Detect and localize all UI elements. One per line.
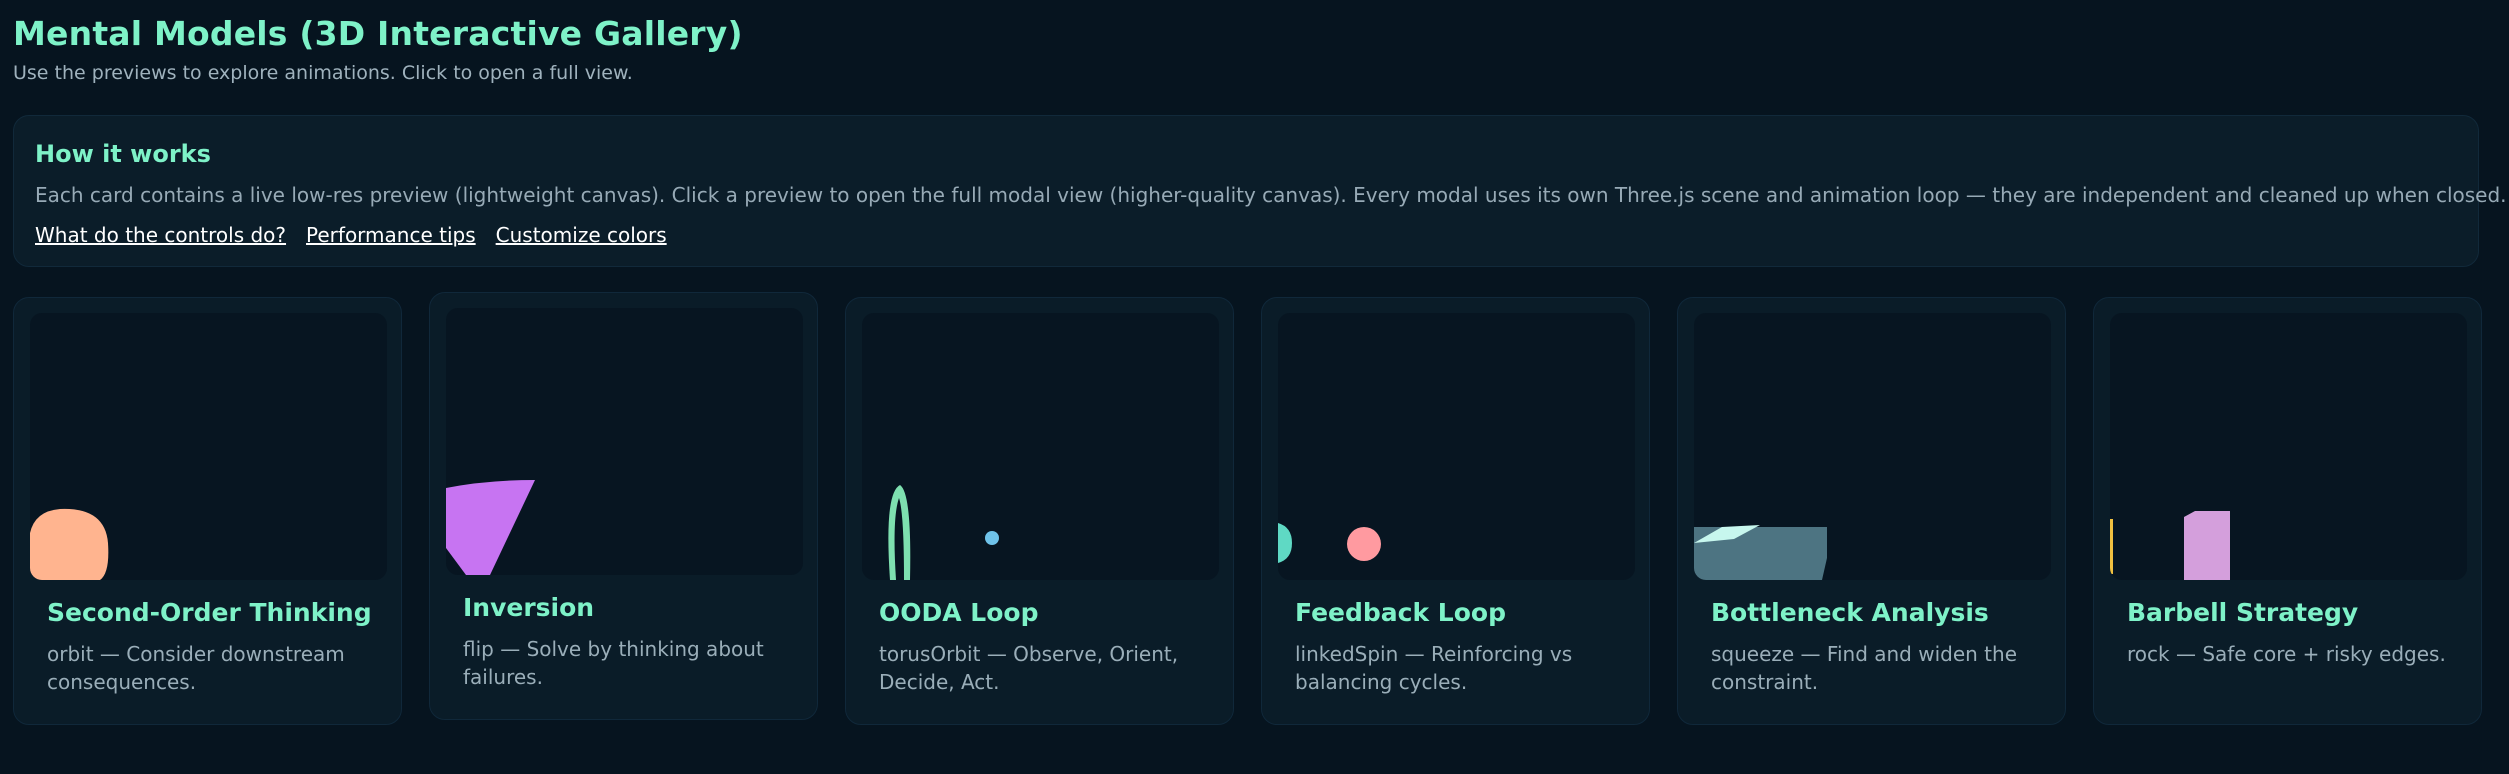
performance-tips-link[interactable]: Performance tips — [306, 223, 476, 247]
card-description: torusOrbit — Observe, Orient, Decide, Ac… — [879, 642, 1179, 694]
preview-canvas[interactable] — [862, 313, 1219, 580]
linked-spin-animation-preview — [1278, 523, 1381, 563]
card-title: Second-Order Thinking — [47, 598, 372, 627]
card-ooda-loop[interactable]: OODA Loop torusOrbit — Observe, Orient, … — [845, 297, 1234, 725]
card-barbell-strategy[interactable]: Barbell Strategy rock — Safe core + risk… — [2093, 297, 2482, 725]
preview-canvas[interactable] — [1278, 313, 1635, 580]
card-description: squeeze — Find and widen the constraint. — [1711, 642, 2018, 694]
how-it-works-heading: How it works — [35, 140, 211, 168]
torus-orbit-animation-preview — [888, 485, 999, 580]
how-it-works-panel: How it works Each card contains a live l… — [13, 115, 2507, 267]
card-description: linkedSpin — Reinforcing vs balancing cy… — [1295, 642, 1573, 694]
preview-canvas[interactable] — [2110, 313, 2467, 580]
card-description: rock — Safe core + risky edges. — [2127, 642, 2446, 666]
page-subtitle: Use the previews to explore animations. … — [13, 62, 633, 84]
card-second-order-thinking[interactable]: Second-Order Thinking orbit — Consider d… — [13, 297, 402, 725]
page-title: Mental Models (3D Interactive Gallery) — [13, 14, 743, 53]
card-description: flip — Solve by thinking about failures. — [463, 637, 764, 689]
preview-canvas[interactable] — [446, 308, 803, 575]
card-title: Barbell Strategy — [2127, 598, 2359, 627]
card-title: Inversion — [463, 593, 595, 622]
help-links: What do the controls do? Performance tip… — [35, 223, 667, 247]
orbit-animation-preview — [30, 508, 109, 580]
card-title: OODA Loop — [879, 598, 1039, 627]
controls-help-link[interactable]: What do the controls do? — [35, 223, 286, 247]
card-feedback-loop[interactable]: Feedback Loop linkedSpin — Reinforcing v… — [1261, 297, 1650, 725]
flip-animation-preview — [446, 480, 535, 575]
card-bottleneck-analysis[interactable]: Bottleneck Analysis squeeze — Find and w… — [1677, 297, 2066, 725]
card-title: Feedback Loop — [1295, 598, 1506, 627]
card-title: Bottleneck Analysis — [1711, 598, 1989, 627]
customize-colors-link[interactable]: Customize colors — [496, 223, 667, 247]
how-it-works-text: Each card contains a live low-res previe… — [35, 183, 2507, 207]
squeeze-animation-preview — [1694, 525, 1827, 580]
preview-canvas[interactable] — [30, 313, 387, 580]
preview-canvas[interactable] — [1694, 313, 2051, 580]
rock-animation-preview — [2110, 511, 2230, 580]
card-description: orbit — Consider downstream consequences… — [47, 642, 345, 694]
card-inversion[interactable]: Inversion flip — Solve by thinking about… — [429, 292, 818, 720]
